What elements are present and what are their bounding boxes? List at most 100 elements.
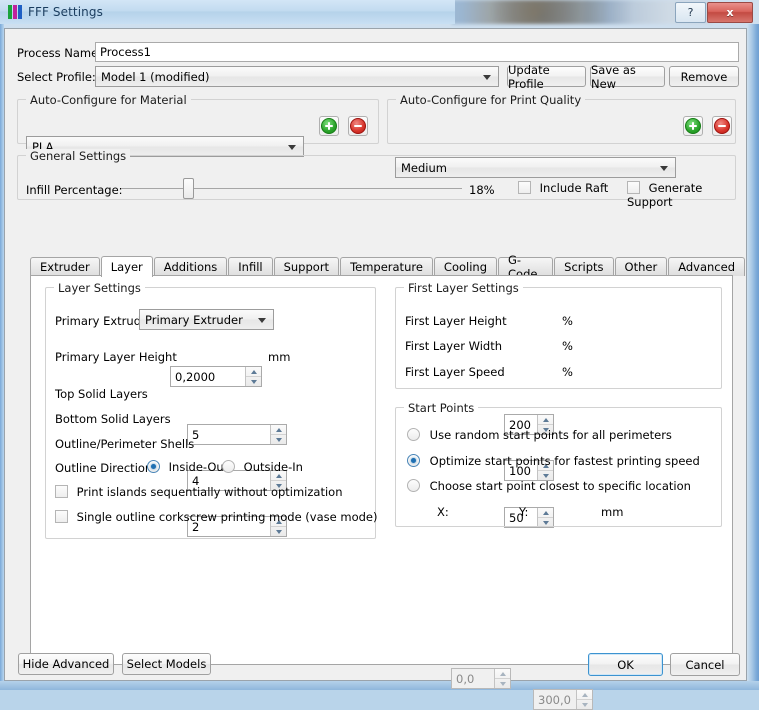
hide-advanced-button[interactable]: Hide Advanced <box>18 653 114 675</box>
checkbox-icon <box>55 485 68 498</box>
first-layer-width-label: First Layer Width <box>405 339 502 353</box>
radio-icon <box>407 428 420 441</box>
spinner-up-icon[interactable] <box>495 669 510 679</box>
select-profile-label: Select Profile: <box>17 70 96 84</box>
radio-icon <box>407 479 420 492</box>
save-as-new-button[interactable]: Save as New <box>590 63 665 91</box>
tab-additions[interactable]: Additions <box>153 257 228 276</box>
start-point-y-value: 300,0 <box>538 692 571 707</box>
tab-temperature[interactable]: Temperature <box>340 257 433 276</box>
help-button[interactable]: ? <box>675 2 706 23</box>
remove-material-button[interactable] <box>348 116 368 136</box>
spinner-buttons[interactable] <box>576 690 592 709</box>
start-point-x-value: 0,0 <box>456 671 475 686</box>
first-layer-speed-label: First Layer Speed <box>405 365 505 379</box>
first-layer-height-unit: % <box>562 314 573 328</box>
tab-gcode[interactable]: G-Code <box>498 253 554 281</box>
optimize-start-points-label: Optimize start points for fastest printi… <box>429 454 700 468</box>
print-islands-label: Print islands sequentially without optim… <box>76 485 343 499</box>
settings-tab-bar: Extruder Layer Additions Infill Support … <box>30 253 746 281</box>
plus-icon <box>321 118 337 134</box>
first-layer-height-label: First Layer Height <box>405 314 507 328</box>
print-islands-checkbox[interactable]: Print islands sequentially without optim… <box>55 485 343 499</box>
update-profile-button[interactable]: Update Profile <box>507 63 586 91</box>
primary-layer-height-spinner[interactable]: 0,2000 <box>170 366 262 387</box>
cancel-button[interactable]: Cancel <box>670 653 740 676</box>
add-quality-button[interactable] <box>683 116 703 136</box>
infill-slider-track[interactable] <box>121 188 462 189</box>
tab-advanced[interactable]: Advanced <box>668 257 745 276</box>
top-solid-layers-label: Top Solid Layers <box>55 387 148 401</box>
spinner-buttons[interactable] <box>245 367 261 386</box>
radio-optimize-start-points[interactable]: Optimize start points for fastest printi… <box>407 454 700 468</box>
title-bar[interactable]: FFF Settings <box>0 0 455 24</box>
top-solid-layers-spinner[interactable]: 5 <box>187 424 287 445</box>
chevron-down-icon <box>483 74 491 80</box>
fff-settings-window: FFF Settings ? x Process Name: Select Pr… <box>0 0 759 710</box>
bottom-solid-layers-label: Bottom Solid Layers <box>55 412 171 426</box>
process-name-input[interactable] <box>95 42 739 62</box>
layer-tab-panel: Layer Settings Primary Extruder Primary … <box>30 275 733 710</box>
start-point-y-spinner[interactable]: 300,0 <box>533 689 593 710</box>
fff-logo-icon <box>8 5 22 19</box>
plus-icon <box>685 118 701 134</box>
primary-extruder-combobox[interactable]: Primary Extruder <box>139 309 274 330</box>
add-material-button[interactable] <box>319 116 339 136</box>
spinner-down-icon[interactable] <box>495 679 510 688</box>
select-profile-combobox[interactable]: Model 1 (modified) <box>95 66 499 87</box>
spinner-up-icon[interactable] <box>577 690 592 700</box>
tab-support[interactable]: Support <box>273 257 340 276</box>
radio-outside-in[interactable]: Outside-In <box>222 460 303 474</box>
close-button[interactable]: x <box>707 2 753 23</box>
radio-inside-out[interactable]: Inside-Out <box>147 460 228 474</box>
tab-cooling[interactable]: Cooling <box>433 257 498 276</box>
spinner-down-icon[interactable] <box>271 527 286 536</box>
radio-random-start-points[interactable]: Use random start points for all perimete… <box>407 428 672 442</box>
checkbox-icon <box>55 510 68 523</box>
spinner-down-icon[interactable] <box>246 377 261 386</box>
remove-quality-button[interactable] <box>712 116 732 136</box>
tab-scripts[interactable]: Scripts <box>554 257 614 276</box>
generate-support-checkbox[interactable]: Generate Support <box>627 181 746 209</box>
general-settings-title: General Settings <box>26 149 131 163</box>
include-raft-label: Include Raft <box>539 181 609 195</box>
start-points-title: Start Points <box>404 401 479 415</box>
start-point-x-spinner[interactable]: 0,0 <box>451 668 511 689</box>
radio-closest-start-point[interactable]: Choose start point closest to specific l… <box>407 479 691 493</box>
spinner-down-icon[interactable] <box>577 700 592 709</box>
remove-profile-button[interactable]: Remove <box>669 66 739 87</box>
vase-mode-checkbox[interactable]: Single outline corkscrew printing mode (… <box>55 510 377 524</box>
first-layer-width-unit: % <box>562 339 573 353</box>
closest-start-point-label: Choose start point closest to specific l… <box>429 479 691 493</box>
tab-extruder[interactable]: Extruder <box>30 257 100 276</box>
spinner-buttons[interactable] <box>494 669 510 688</box>
infill-slider-thumb[interactable] <box>183 178 194 199</box>
first-layer-speed-unit: % <box>562 365 573 379</box>
chevron-down-icon <box>288 144 296 150</box>
select-profile-value: Model 1 (modified) <box>101 69 210 84</box>
minus-icon <box>350 118 366 134</box>
select-models-button[interactable]: Select Models <box>122 653 211 675</box>
include-raft-checkbox[interactable]: Include Raft <box>518 181 608 195</box>
primary-layer-height-unit: mm <box>268 350 291 364</box>
radio-icon <box>147 460 160 473</box>
start-point-y-label: Y: <box>519 505 529 519</box>
spinner-buttons[interactable] <box>270 425 286 444</box>
primary-layer-height-label: Primary Layer Height <box>55 350 177 364</box>
spinner-up-icon[interactable] <box>271 425 286 435</box>
auto-configure-material-title: Auto-Configure for Material <box>26 93 191 107</box>
tab-other[interactable]: Other <box>614 257 668 276</box>
outline-direction-label: Outline Direction: <box>55 461 157 475</box>
ok-button[interactable]: OK <box>588 653 663 676</box>
spinner-up-icon[interactable] <box>246 367 261 377</box>
first-layer-settings-title: First Layer Settings <box>404 281 523 295</box>
auto-configure-quality-title: Auto-Configure for Print Quality <box>396 93 586 107</box>
dialog-client-area: Process Name: Select Profile: Model 1 (m… <box>4 28 747 710</box>
start-point-x-label: X: <box>437 505 449 519</box>
tab-layer[interactable]: Layer <box>100 256 153 277</box>
checkbox-icon <box>627 181 640 194</box>
spinner-down-icon[interactable] <box>271 435 286 444</box>
layer-settings-title: Layer Settings <box>54 281 145 295</box>
checkbox-icon <box>518 181 531 194</box>
tab-infill[interactable]: Infill <box>228 257 273 276</box>
